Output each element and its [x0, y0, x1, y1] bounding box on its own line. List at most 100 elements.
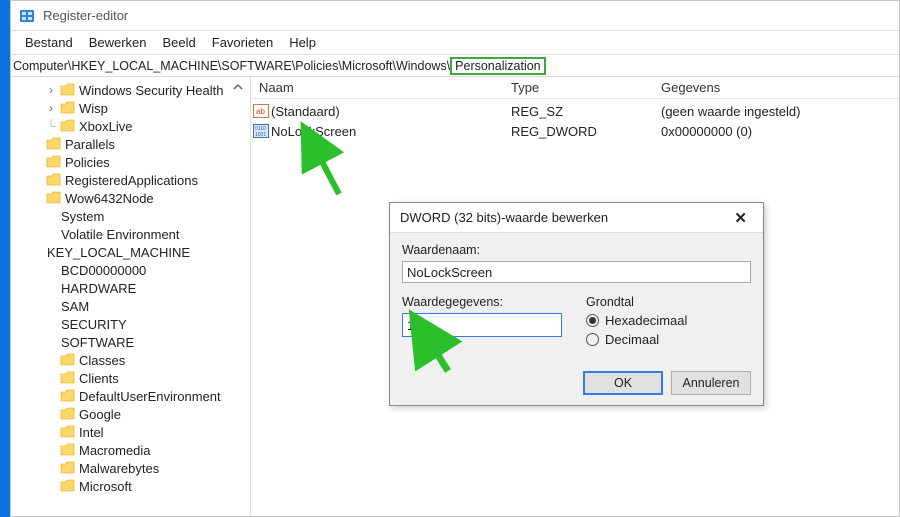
tree-item[interactable]: HARDWARE	[17, 279, 250, 297]
name-field: NoLockScreen	[402, 261, 751, 283]
tree-item-label: KEY_LOCAL_MACHINE	[47, 245, 190, 260]
tree-item[interactable]: RegisteredApplications	[17, 171, 250, 189]
tree-item[interactable]: Policies	[17, 153, 250, 171]
tree-item[interactable]: BCD00000000	[17, 261, 250, 279]
data-label: Waardegegevens:	[402, 295, 562, 309]
tree-item[interactable]: Macromedia	[17, 441, 250, 459]
tree-item-label: Macromedia	[79, 443, 151, 458]
tree-item-label: BCD00000000	[61, 263, 146, 278]
menu-favorieten[interactable]: Favorieten	[204, 33, 281, 52]
tree-item[interactable]: Classes	[17, 351, 250, 369]
folder-icon	[47, 174, 61, 186]
tree-item[interactable]: › Windows Security Health	[17, 81, 250, 99]
tree-item[interactable]: Volatile Environment	[17, 225, 250, 243]
tree-item-label: Malwarebytes	[79, 461, 159, 476]
titlebar: Register-editor	[11, 1, 899, 31]
folder-icon	[61, 102, 75, 114]
reg-sz-icon: ab	[251, 104, 271, 118]
folder-icon	[61, 462, 75, 474]
folder-icon	[47, 138, 61, 150]
tree-item-label: Microsoft	[79, 479, 132, 494]
menu-bewerken[interactable]: Bewerken	[81, 33, 155, 52]
tree-item-label: Wow6432Node	[65, 191, 154, 206]
tree-item-label: SOFTWARE	[61, 335, 134, 350]
folder-icon	[61, 120, 75, 132]
tree-item[interactable]: Malwarebytes	[17, 459, 250, 477]
folder-icon	[61, 408, 75, 420]
key-tree[interactable]: › Windows Security Health › Wisp└XboxLive Pa…	[11, 77, 251, 516]
folder-icon	[47, 192, 61, 204]
tree-item-label: Intel	[79, 425, 104, 440]
tree-item-label: RegisteredApplications	[65, 173, 198, 188]
tree-item-label: Clients	[79, 371, 119, 386]
menu-help[interactable]: Help	[281, 33, 324, 52]
radio-dec[interactable]: Decimaal	[586, 332, 751, 347]
addressbar-highlight: Personalization	[450, 57, 545, 75]
header-name[interactable]: Naam	[251, 80, 511, 95]
annotation-arrow-1	[299, 129, 349, 199]
value-data: (geen waarde ingesteld)	[661, 104, 899, 119]
tree-item[interactable]: DefaultUserEnvironment	[17, 387, 250, 405]
radio-dec-label: Decimaal	[605, 332, 659, 347]
folder-icon	[47, 156, 61, 168]
edit-dword-dialog: DWORD (32 bits)-waarde bewerken ✕ Waarde…	[389, 202, 764, 406]
dialog-title-text: DWORD (32 bits)-waarde bewerken	[400, 210, 608, 225]
close-icon[interactable]: ✕	[728, 207, 753, 229]
dialog-titlebar[interactable]: DWORD (32 bits)-waarde bewerken ✕	[390, 203, 763, 233]
radio-hex-label: Hexadecimaal	[605, 313, 687, 328]
menu-bestand[interactable]: Bestand	[17, 33, 81, 52]
tree-item-label: SECURITY	[61, 317, 127, 332]
expand-icon[interactable]: ›	[45, 101, 57, 115]
tree-item[interactable]: › Wisp	[17, 99, 250, 117]
tree-item-label: Google	[79, 407, 121, 422]
app-icon	[19, 8, 35, 24]
tree-item-label: HARDWARE	[61, 281, 136, 296]
value-type: REG_DWORD	[511, 124, 661, 139]
tree-item[interactable]: Google	[17, 405, 250, 423]
tree-item[interactable]: System	[17, 207, 250, 225]
tree-item-label: System	[61, 209, 104, 224]
tree-item[interactable]: Clients	[17, 369, 250, 387]
tree-item-label: SAM	[61, 299, 89, 314]
folder-icon	[61, 84, 75, 96]
tree-item-label: Windows Security Health	[79, 83, 224, 98]
tree-item[interactable]: SAM	[17, 297, 250, 315]
header-data[interactable]: Gegevens	[661, 80, 899, 95]
radio-hex-icon	[586, 314, 599, 327]
cancel-button[interactable]: Annuleren	[671, 371, 751, 395]
folder-icon	[61, 390, 75, 402]
tree-item[interactable]: └XboxLive	[17, 117, 250, 135]
addressbar[interactable]: Computer\HKEY_LOCAL_MACHINE\SOFTWARE\Pol…	[11, 55, 899, 77]
folder-icon	[61, 354, 75, 366]
folder-icon	[61, 372, 75, 384]
tree-item[interactable]: KEY_LOCAL_MACHINE	[17, 243, 250, 261]
ok-button[interactable]: OK	[583, 371, 663, 395]
value-row[interactable]: ab(Standaard)REG_SZ(geen waarde ingestel…	[251, 101, 899, 121]
tree-item[interactable]: Parallels	[17, 135, 250, 153]
tree-item[interactable]: SECURITY	[17, 315, 250, 333]
expand-icon[interactable]: ›	[45, 83, 57, 97]
scroll-up-icon[interactable]	[232, 81, 246, 95]
header-type[interactable]: Type	[511, 80, 661, 95]
window-title: Register-editor	[43, 8, 128, 23]
tree-branch-icon: └	[45, 119, 57, 133]
tree-item-label: Wisp	[79, 101, 108, 116]
folder-icon	[61, 444, 75, 456]
menubar: Bestand Bewerken Beeld Favorieten Help	[11, 31, 899, 55]
column-headers: Naam Type Gegevens	[251, 77, 899, 99]
value-data: 0x00000000 (0)	[661, 124, 899, 139]
tree-item[interactable]: Wow6432Node	[17, 189, 250, 207]
radio-hex[interactable]: Hexadecimaal	[586, 313, 751, 328]
reg-dword-icon: 01101001	[251, 124, 271, 138]
tree-item-label: DefaultUserEnvironment	[79, 389, 221, 404]
tree-item[interactable]: SOFTWARE	[17, 333, 250, 351]
tree-item[interactable]: Microsoft	[17, 477, 250, 495]
tree-item[interactable]: Intel	[17, 423, 250, 441]
menu-beeld[interactable]: Beeld	[155, 33, 204, 52]
tree-item-label: Volatile Environment	[61, 227, 180, 242]
tree-item-label: Policies	[65, 155, 110, 170]
tree-item-label: Parallels	[65, 137, 115, 152]
value-type: REG_SZ	[511, 104, 661, 119]
value-name: (Standaard)	[271, 104, 511, 119]
base-label: Grondtal	[586, 295, 751, 309]
